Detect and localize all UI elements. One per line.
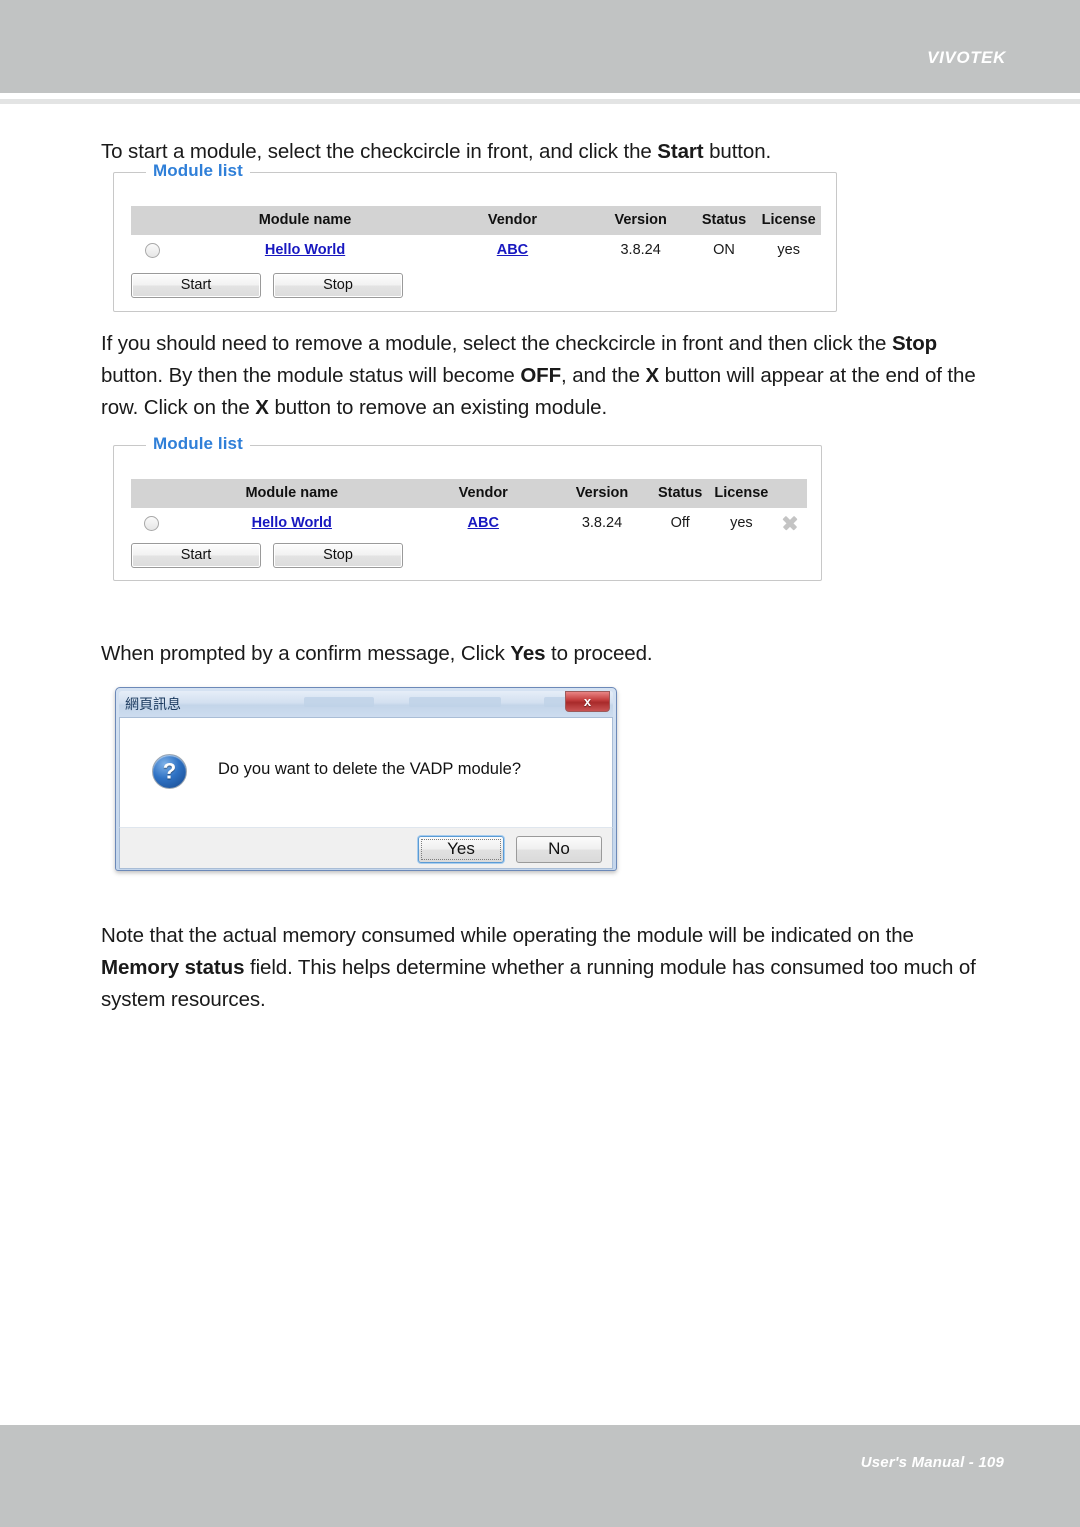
th-select-2 [131, 479, 171, 508]
p3-text-a: When prompted by a confirm message, Clic… [101, 642, 511, 665]
p3-text-c: to proceed. [545, 642, 653, 665]
module-name-link[interactable]: Hello World [252, 515, 332, 531]
module-table-2-header-row: Module name Vendor Version Status Licens… [131, 479, 807, 508]
page-number-label: User's Manual - 109 [860, 1454, 1004, 1471]
p4-text-a: Note that the actual memory consumed whi… [101, 924, 914, 947]
dialog-titlebar[interactable]: 網頁訊息 x [119, 691, 613, 717]
th-status-2: Status [657, 485, 703, 501]
vendor-link[interactable]: ABC [468, 515, 499, 531]
radio-button-icon[interactable] [145, 242, 161, 258]
row-remove-cell-2[interactable] [772, 508, 807, 538]
start-button[interactable]: Start [131, 273, 261, 298]
module-table-1-head: Module name Vendor Version Status Licens… [131, 206, 821, 235]
th-status-1: Status [701, 212, 747, 228]
confirm-dialog: 網頁訊息 x ? Do you want to delete the VADP … [115, 687, 617, 871]
th-vendor-1: Vendor [487, 212, 538, 228]
p2-bold-stop: Stop [891, 332, 938, 355]
th-version-1: Version [614, 212, 667, 228]
close-x-icon[interactable] [782, 515, 798, 531]
p2-bold-x2: X [255, 396, 269, 419]
module-list-legend-1: Module list [146, 161, 250, 181]
row-license-cell-2: yes [730, 515, 753, 532]
vendor-link[interactable]: ABC [497, 242, 528, 258]
dialog-title: 網頁訊息 [125, 696, 181, 712]
th-module-name-1: Module name [258, 212, 352, 228]
module-list-legend-2: Module list [146, 434, 250, 454]
module-actions-2: Start Stop [131, 543, 415, 568]
module-table-1-header-row: Module name Vendor Version Status Licens… [131, 206, 821, 235]
p2-text-b: button. By then the module status will b… [101, 364, 521, 387]
module-table-2: Module name Vendor Version Status Licens… [131, 479, 807, 538]
question-mark-glyph: ? [162, 757, 177, 783]
p2-bold-off: OFF [520, 364, 562, 387]
p1-text-before: To start a module, select the checkcircl… [101, 140, 658, 163]
question-mark-icon: ? [152, 754, 187, 789]
paragraph-remove-module: If you should need to remove a module, s… [101, 328, 981, 424]
table-row: Hello World ABC 3.8.24 ON yes [131, 235, 821, 265]
vivotek-logo: VIVOTEK [927, 48, 1006, 67]
p1-bold-start: Start [657, 140, 704, 163]
module-name-link[interactable]: Hello World [265, 242, 345, 258]
p3-bold-yes: Yes [510, 642, 546, 665]
p2-text-c: , and the [561, 364, 646, 387]
paragraph-memory-status: Note that the actual memory consumed whi… [101, 920, 991, 1016]
yes-button[interactable]: Yes [418, 836, 504, 863]
page-footer-band: User's Manual - 109 [0, 1425, 1080, 1527]
close-icon[interactable]: x [565, 691, 610, 712]
module-table-1: Module name Vendor Version Status Licens… [131, 206, 821, 265]
th-action-2 [772, 479, 807, 508]
module-actions-1: Start Stop [131, 273, 415, 298]
no-button[interactable]: No [516, 836, 602, 863]
dialog-message: Do you want to delete the VADP module? [218, 760, 521, 778]
radio-button-icon[interactable] [143, 515, 159, 531]
p2-text-e: button to remove an existing module. [268, 396, 608, 419]
row-version-cell-1: 3.8.24 [620, 242, 661, 258]
dialog-body: ? Do you want to delete the VADP module? [119, 717, 613, 827]
p4-bold-memory-status: Memory status [101, 956, 245, 979]
row-version-cell-2: 3.8.24 [581, 515, 623, 532]
start-button[interactable]: Start [131, 543, 261, 568]
row-status-cell-2: Off [670, 515, 690, 532]
th-vendor-2: Vendor [458, 485, 508, 501]
module-table-2-body: Hello World ABC 3.8.24 Off yes [131, 508, 807, 538]
p1-text-after: button. [703, 140, 772, 163]
row-select-cell-2[interactable] [131, 508, 171, 538]
th-version-2: Version [575, 485, 629, 501]
p2-text-a: If you should need to remove a module, s… [101, 332, 892, 355]
th-module-name-2: Module name [245, 485, 339, 501]
module-list-panel-2: Module list Module name Vendor Version S… [113, 434, 822, 581]
p2-bold-x1: X [645, 364, 660, 387]
header-divider [0, 99, 1080, 104]
row-module-name-cell-1: Hello World [175, 235, 436, 265]
page-header-band: VIVOTEK [0, 0, 1080, 93]
table-row: Hello World ABC 3.8.24 Off yes [131, 508, 807, 538]
module-table-2-head: Module name Vendor Version Status Licens… [131, 479, 807, 508]
stop-button[interactable]: Stop [273, 543, 403, 568]
row-vendor-cell-2: ABC [412, 508, 554, 538]
module-list-panel-1: Module list Module name Vendor Version S… [113, 161, 837, 312]
row-module-name-cell-2: Hello World [171, 508, 412, 538]
stop-button[interactable]: Stop [273, 273, 403, 298]
row-license-cell-1: yes [777, 242, 800, 258]
th-license-2: License [714, 485, 769, 501]
row-status-cell-1: ON [713, 242, 735, 258]
row-select-cell-1[interactable] [131, 235, 175, 265]
titlebar-ghost-artifact-b [409, 697, 501, 707]
th-select-1 [131, 206, 175, 235]
paragraph-confirm-message: When prompted by a confirm message, Clic… [101, 638, 981, 670]
titlebar-ghost-artifact-a [304, 697, 374, 707]
dialog-button-bar: Yes No [119, 827, 613, 869]
row-vendor-cell-1: ABC [435, 235, 589, 265]
module-table-1-body: Hello World ABC 3.8.24 ON yes [131, 235, 821, 265]
th-license-1: License [761, 212, 816, 228]
